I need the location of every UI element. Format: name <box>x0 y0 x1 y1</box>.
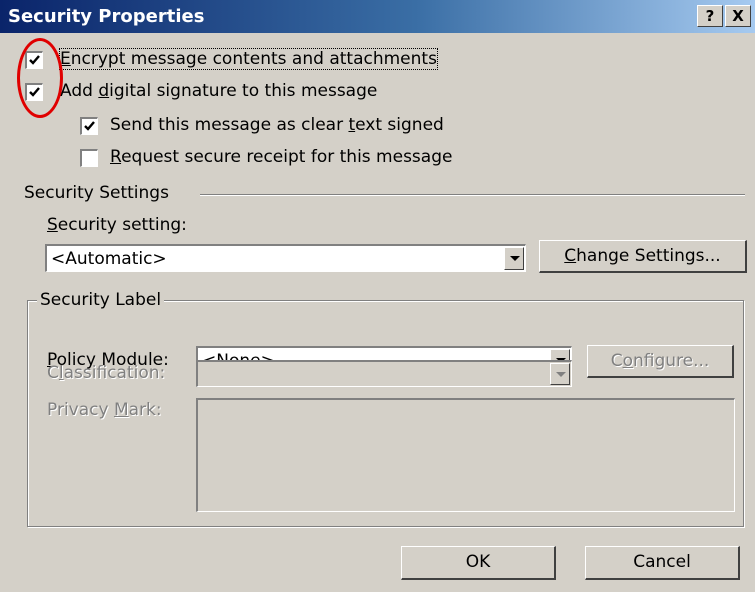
title-bar: Security Properties ? X <box>0 0 755 33</box>
checkmark-icon <box>84 121 95 131</box>
privacy-mark-field[interactable] <box>196 398 735 512</box>
chevron-down-icon[interactable] <box>504 247 524 270</box>
security-setting-label: Security setting: <box>47 215 187 235</box>
clear-text-checkbox[interactable] <box>80 117 98 135</box>
configure-button[interactable]: Configure... <box>587 345 734 378</box>
help-button[interactable]: ? <box>697 5 723 27</box>
ok-button[interactable]: OK <box>401 546 556 580</box>
security-setting-value: <Automatic> <box>51 249 167 269</box>
cancel-button[interactable]: Cancel <box>585 546 740 580</box>
receipt-checkbox[interactable] <box>80 149 98 167</box>
receipt-label[interactable]: Request secure receipt for this message <box>110 147 452 167</box>
signature-label[interactable]: Add digital signature to this message <box>60 81 377 101</box>
classification-dropdown[interactable] <box>196 360 572 387</box>
encrypt-label[interactable]: Encrypt message contents and attachments <box>59 48 438 70</box>
divider <box>200 194 745 196</box>
clear-text-label[interactable]: Send this message as clear text signed <box>110 115 444 135</box>
chevron-down-icon[interactable] <box>550 363 570 385</box>
encrypt-label-text: ncrypt message contents and attachments <box>70 49 437 69</box>
security-label-title: Security Label <box>37 290 165 310</box>
window-title: Security Properties <box>8 6 205 27</box>
change-settings-button[interactable]: Change Settings... <box>539 240 747 273</box>
privacy-mark-label: Privacy Mark: <box>47 400 162 420</box>
close-button[interactable]: X <box>725 5 751 27</box>
classification-label-text: Classification: <box>47 363 166 383</box>
security-setting-dropdown[interactable]: <Automatic> <box>45 244 526 272</box>
security-settings-title: Security Settings <box>24 183 172 203</box>
annotation-circle <box>17 38 63 118</box>
